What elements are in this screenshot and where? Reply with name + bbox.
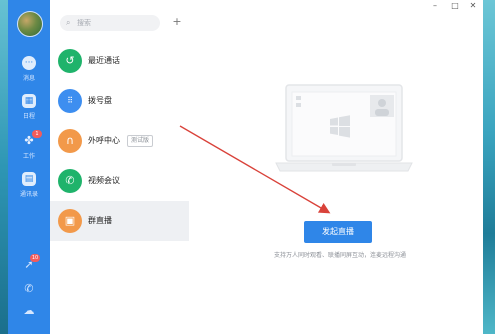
minimize-button[interactable]: –	[427, 0, 443, 12]
desktop-background-right	[483, 0, 495, 334]
notification-badge: 1	[32, 130, 42, 138]
list-item-call-center[interactable]: ∩ 外呼中心 测试版	[50, 121, 189, 161]
beta-tag: 测试版	[127, 135, 154, 147]
rail-item-label: 消息	[22, 75, 35, 82]
recent-calls-icon: ↺	[58, 49, 82, 73]
contacts-icon: ▤	[22, 172, 36, 186]
app-window: ··· 消息 ▦ 日程 ✤ 1 工作 ▤ 通讯录 ➚ 10 ✆ ☁ ⌕ 搜索 +…	[8, 0, 483, 334]
rail-item-label: 通讯录	[19, 191, 38, 198]
list-item-video-meeting[interactable]: ✆ 视频会议	[50, 161, 189, 201]
search-input[interactable]: ⌕ 搜索	[60, 15, 160, 31]
video-call-icon: ✆	[58, 169, 82, 193]
list-item-label: 视频会议	[88, 176, 120, 185]
start-live-button[interactable]: 发起直播	[304, 221, 372, 243]
search-icon: ⌕	[66, 18, 71, 27]
list-item-label: 最近通话	[88, 56, 120, 65]
avatar[interactable]	[17, 11, 43, 37]
search-placeholder: 搜索	[77, 19, 91, 27]
add-button[interactable]: +	[170, 14, 184, 30]
maximize-button[interactable]: □	[447, 0, 463, 12]
nav-rail: ··· 消息 ▦ 日程 ✤ 1 工作 ▤ 通讯录 ➚ 10 ✆ ☁	[8, 0, 50, 334]
phone-icon[interactable]: ✆	[22, 282, 36, 296]
list-item-label: 群直播	[88, 216, 112, 225]
list-item-label: 外呼中心	[88, 136, 120, 145]
main-panel: – □ ✕ 发起直播 支持万人同时观看、联播同屏互动，连麦远程沟通	[189, 0, 483, 334]
live-description: 支持万人同时观看、联播同屏互动，连麦远程沟通	[273, 252, 406, 259]
laptop-illustration	[275, 84, 413, 172]
feature-list-panel: ⌕ 搜索 + ↺ 最近通话 ⠿ 拨号盘 ∩ 外呼中心 测试版 ✆ 视频会议 ▣ …	[50, 0, 190, 334]
rail-item-messages[interactable]: ··· 消息	[8, 56, 50, 82]
rail-item-label: 日程	[22, 113, 35, 120]
rail-item-contacts[interactable]: ▤ 通讯录	[8, 172, 50, 198]
list-item-recent-calls[interactable]: ↺ 最近通话	[50, 41, 189, 81]
list-item-label: 拨号盘	[88, 96, 112, 105]
notification-badge: 10	[30, 254, 40, 262]
rail-item-calendar[interactable]: ▦ 日程	[8, 94, 50, 120]
close-button[interactable]: ✕	[465, 0, 481, 12]
desktop-background-left	[0, 0, 8, 334]
rail-item-label: 工作	[22, 153, 35, 160]
live-broadcast-icon: ▣	[58, 209, 82, 233]
cloud-icon[interactable]: ☁	[22, 304, 36, 318]
headset-icon: ∩	[58, 129, 82, 153]
list-item-group-live[interactable]: ▣ 群直播	[50, 201, 189, 241]
rocket-icon[interactable]: ➚ 10	[22, 254, 40, 272]
chat-bubble-icon: ···	[22, 56, 36, 70]
list-item-dialpad[interactable]: ⠿ 拨号盘	[50, 81, 189, 121]
rail-item-work[interactable]: ✤ 1 工作	[8, 130, 50, 160]
calendar-icon: ▦	[22, 94, 36, 108]
dialpad-icon: ⠿	[58, 89, 82, 113]
